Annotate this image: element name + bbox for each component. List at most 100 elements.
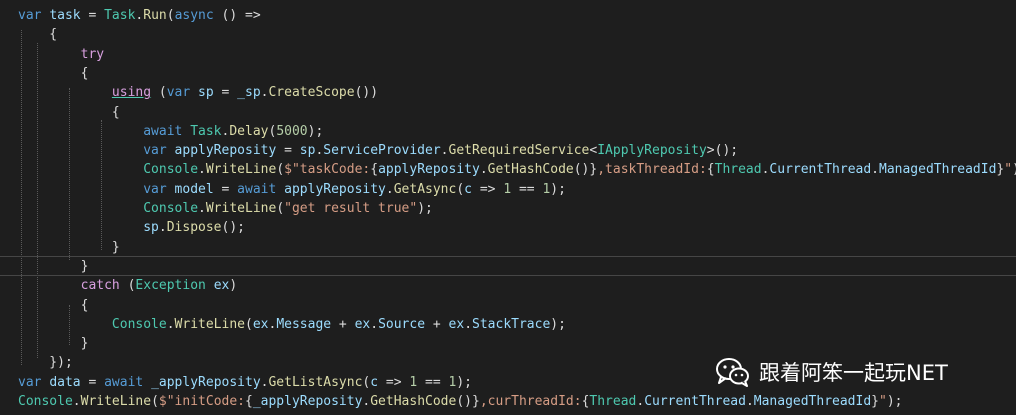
code-token: ex [448,316,465,332]
code-token: ( [276,201,285,216]
code-token: } [871,394,879,409]
code-token: IApplyReposity [597,143,707,159]
code-line[interactable]: { [18,25,57,44]
code-token: => [378,374,410,390]
code-token: 1 [503,181,512,197]
code-token: ()} [573,162,598,178]
code-line[interactable]: var applyReposity = sp.ServiceProvider.G… [18,141,738,160]
code-line[interactable]: Console.WriteLine($"taskCode:{applyRepos… [18,160,1016,179]
code-line[interactable]: catch (Exception ex) [18,276,238,295]
code-token: } [18,258,89,274]
code-token: . [198,201,206,216]
code-token: . [440,143,449,159]
code-token: GetHashCode [370,394,457,409]
code-token: ); [550,316,566,332]
code-token: var [18,374,42,390]
code-token: var [166,85,191,101]
code-line[interactable]: using (var sp = _sp.CreateScope()) [18,83,378,102]
code-line[interactable]: } [18,238,120,257]
code-line[interactable]: Console.WriteLine(ex.Message + ex.Source… [18,315,566,334]
code-token: 5000 [276,123,308,139]
code-token: . [198,162,206,178]
code-token: Source [378,316,426,332]
code-token: sp [198,85,214,101]
code-token: CurrentThread [769,162,872,178]
code-token: Message [276,316,332,332]
code-token: Thread [589,394,637,409]
code-token: ex [354,316,371,332]
code-token: await [143,123,183,139]
code-token: { [245,394,253,409]
code-line[interactable]: } [18,257,89,276]
code-token: Console [143,162,199,178]
code-line[interactable]: { [18,296,89,315]
code-token: $"initCode: [158,394,245,409]
code-token: data [49,374,81,390]
code-token: var [18,8,42,23]
code-line[interactable]: { [18,64,89,83]
code-line[interactable]: }); [18,353,73,372]
code-token: Console [111,316,167,332]
code-token: GetHashCode [487,162,574,178]
code-token: ,taskThreadId: [597,162,707,178]
code-token: }); [18,355,73,371]
code-token: _sp [237,85,261,101]
code-token: await [104,374,144,390]
code-token: GetAsync [393,181,457,197]
code-token: { [706,162,715,178]
code-line[interactable]: await Task.Delay(5000); [18,122,323,141]
code-token: catch [80,278,120,294]
code-token: . [636,394,645,409]
code-line[interactable]: sp.Dispose(); [18,218,245,237]
code-token: ( [456,181,465,197]
code-token: ,curThreadId: [479,394,582,409]
code-token: ); [456,374,472,390]
code-token: ( [119,278,136,294]
code-token: ()} [456,394,480,409]
code-line[interactable]: var task = Task.Run(async () => [18,6,261,25]
code-token: . [871,162,879,178]
code-token: ); [1012,162,1016,177]
code-token: + [331,316,355,332]
code-token: . [166,316,175,332]
code-token: Task [104,8,136,23]
code-token: CreateScope [268,85,355,101]
code-token: = [80,8,105,23]
code-line[interactable]: Console.WriteLine("get result true"); [18,199,433,218]
code-token: using [111,85,152,101]
code-token: "get result true" [284,201,418,216]
code-token: + [425,316,449,332]
code-token: WriteLine [80,394,152,409]
code-token: model [174,181,214,197]
code-line[interactable]: } [18,334,89,353]
code-token: = [213,181,238,197]
code-token: ); [886,394,903,409]
code-line[interactable]: var data = await _applyReposity.GetListA… [18,373,472,392]
code-line[interactable]: { [18,103,120,122]
code-token: Task [190,123,222,139]
code-token: = [213,85,238,101]
code-token: c [370,374,379,390]
code-token: } [18,239,120,255]
code-editor[interactable]: var task = Task.Run(async () => { try { … [0,0,1016,415]
code-token: GetRequiredService [448,143,590,159]
code-token: . [72,394,81,409]
code-token: ( [245,316,253,332]
code-token: => [472,181,504,197]
code-token: ManagedThreadId [753,394,872,409]
code-token: . [464,316,473,332]
code-line[interactable]: var model = await applyReposity.GetAsync… [18,180,566,199]
code-token: ()) [354,85,379,101]
code-line[interactable]: Console.WriteLine($"initCode:{_applyRepo… [18,392,902,411]
code-token: == [511,181,543,197]
code-token: Console [143,201,199,216]
code-token: GetListAsync [268,374,363,390]
code-line[interactable]: try [18,45,104,64]
